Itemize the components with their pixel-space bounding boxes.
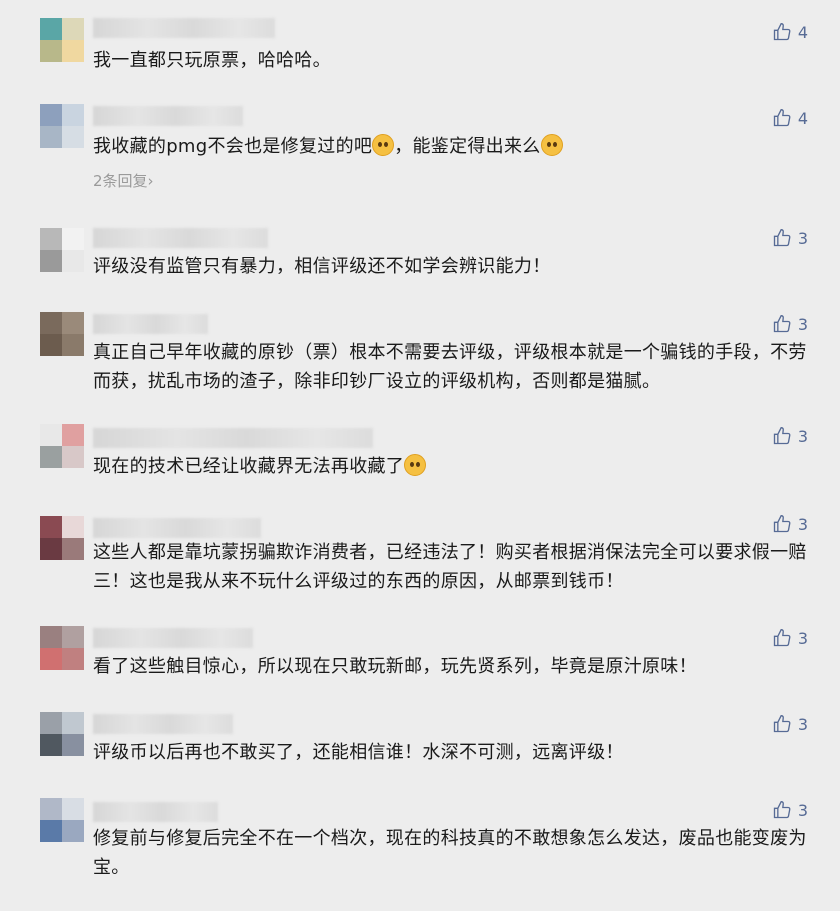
avatar-pixel xyxy=(40,104,62,126)
avatar[interactable] xyxy=(40,312,84,356)
like-count: 3 xyxy=(797,628,808,648)
like-count: 3 xyxy=(797,514,808,534)
disappointed-face-emoji-icon xyxy=(404,454,427,476)
comment-text-part: 我收藏的pmg不会也是修复过的吧 xyxy=(93,136,373,157)
avatar-pixel xyxy=(40,312,62,334)
avatar-pixel xyxy=(62,312,84,334)
avatar-pixel xyxy=(62,424,84,446)
avatar[interactable] xyxy=(40,228,84,272)
avatar-pixel xyxy=(62,626,84,648)
thumbs-up-icon xyxy=(773,714,791,733)
comment-text: 现在的技术已经让收藏界无法再收藏了 xyxy=(93,452,813,481)
like-count: 3 xyxy=(797,426,808,446)
avatar[interactable] xyxy=(40,516,84,560)
avatar-pixel xyxy=(40,798,62,820)
like-count: 3 xyxy=(797,714,808,734)
avatar[interactable] xyxy=(40,712,84,756)
thumbs-up-icon xyxy=(773,514,791,533)
avatar-pixel xyxy=(62,334,84,356)
like-count: 4 xyxy=(797,22,808,42)
like-button[interactable]: 3 xyxy=(772,628,808,648)
like-button[interactable]: 3 xyxy=(772,800,808,820)
thumbs-up-icon xyxy=(773,22,791,41)
like-button[interactable]: 4 xyxy=(772,22,808,42)
comment-text: 我收藏的pmg不会也是修复过的吧 ，能鉴定得出来么 xyxy=(93,132,813,161)
comment-text: 真正自己早年收藏的原钞（票）根本不需要去评级，评级根本就是一个骗钱的手段，不劳而… xyxy=(93,342,807,392)
username-blurred xyxy=(93,314,208,334)
avatar-pixel xyxy=(40,40,62,62)
like-button[interactable]: 3 xyxy=(772,314,808,334)
thumbs-up-icon xyxy=(773,228,791,247)
avatar-pixel xyxy=(62,538,84,560)
avatar-pixel xyxy=(40,228,62,250)
comment-text: 这些人都是靠坑蒙拐骗欺诈消费者，已经违法了！购买者根据消保法完全可以要求假一赔三… xyxy=(93,542,807,592)
like-button[interactable]: 3 xyxy=(772,228,808,248)
username-blurred xyxy=(93,628,253,648)
chevron-right-icon: › xyxy=(147,172,154,190)
like-button[interactable]: 4 xyxy=(772,108,808,128)
thumbs-up-icon xyxy=(773,108,791,127)
avatar-pixel xyxy=(62,126,84,148)
comment-text-part: 现在的技术已经让收藏界无法再收藏了 xyxy=(93,456,405,477)
avatar-pixel xyxy=(62,712,84,734)
avatar-pixel xyxy=(40,18,62,40)
username-blurred xyxy=(93,518,261,538)
avatar-pixel xyxy=(62,18,84,40)
thumbs-up-icon xyxy=(773,628,791,647)
avatar-pixel xyxy=(40,250,62,272)
avatar-pixel xyxy=(40,538,62,560)
username-blurred xyxy=(93,714,233,734)
like-count: 3 xyxy=(797,228,808,248)
comment-text: 修复前与修复后完全不在一个档次，现在的科技真的不敢想象怎么发达，废品也能变废为宝… xyxy=(93,828,807,878)
username-blurred xyxy=(93,106,243,126)
avatar-pixel xyxy=(40,424,62,446)
avatar-pixel xyxy=(62,40,84,62)
like-button[interactable]: 3 xyxy=(772,426,808,446)
username-blurred xyxy=(93,18,275,38)
avatar-pixel xyxy=(40,820,62,842)
username-blurred xyxy=(93,428,373,448)
comment-text: 评级币以后再也不敢买了，还能相信谁！水深不可测，远离评级！ xyxy=(93,742,624,763)
avatar-pixel xyxy=(40,734,62,756)
avatar-pixel xyxy=(62,250,84,272)
username-blurred xyxy=(93,228,268,248)
like-count: 4 xyxy=(797,108,808,128)
avatar-pixel xyxy=(62,516,84,538)
replies-label: 2条回复 xyxy=(93,172,148,190)
avatar-pixel xyxy=(62,648,84,670)
avatar-pixel xyxy=(62,820,84,842)
sad-face-emoji-icon xyxy=(540,134,563,156)
avatar-pixel xyxy=(62,446,84,468)
view-replies-link[interactable]: 2条回复› xyxy=(93,170,154,191)
avatar[interactable] xyxy=(40,424,84,468)
avatar-pixel xyxy=(40,446,62,468)
avatar-pixel xyxy=(62,228,84,250)
avatar-pixel xyxy=(40,126,62,148)
flushed-face-emoji-icon xyxy=(372,134,395,156)
like-button[interactable]: 3 xyxy=(772,514,808,534)
avatar-pixel xyxy=(62,798,84,820)
thumbs-up-icon xyxy=(773,426,791,445)
like-count: 3 xyxy=(797,800,808,820)
username-blurred xyxy=(93,802,218,822)
avatar[interactable] xyxy=(40,18,84,62)
avatar-pixel xyxy=(40,626,62,648)
comment-text-part: ，能鉴定得出来么 xyxy=(394,136,541,157)
thumbs-up-icon xyxy=(773,314,791,333)
like-count: 3 xyxy=(797,314,808,334)
avatar-pixel xyxy=(40,648,62,670)
comment-text: 评级没有监管只有暴力，相信评级还不如学会辨识能力！ xyxy=(93,256,551,277)
like-button[interactable]: 3 xyxy=(772,714,808,734)
avatar-pixel xyxy=(62,104,84,126)
avatar-pixel xyxy=(40,516,62,538)
avatar-pixel xyxy=(40,712,62,734)
avatar[interactable] xyxy=(40,798,84,842)
avatar[interactable] xyxy=(40,626,84,670)
comment-text: 看了这些触目惊心，所以现在只敢玩新邮，玩先贤系列，毕竟是原汁原味！ xyxy=(93,656,697,677)
thumbs-up-icon xyxy=(773,800,791,819)
comment-text: 我一直都只玩原票，哈哈哈。 xyxy=(93,50,331,71)
avatar[interactable] xyxy=(40,104,84,148)
avatar-pixel xyxy=(40,334,62,356)
avatar-pixel xyxy=(62,734,84,756)
